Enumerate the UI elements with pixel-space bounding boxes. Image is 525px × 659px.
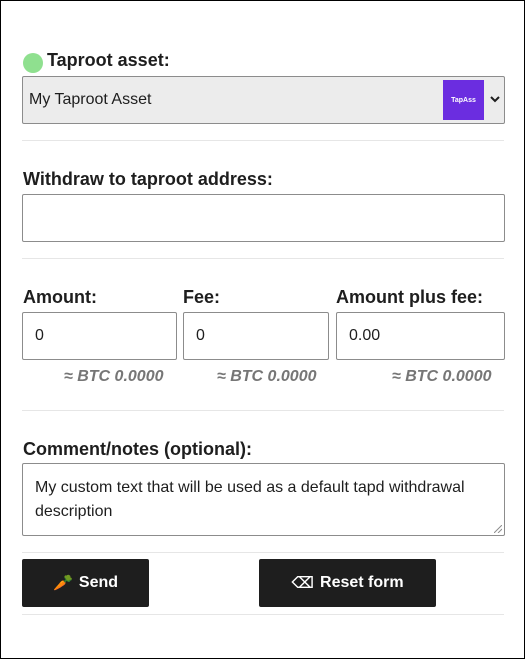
asset-logo: TapAss (443, 80, 484, 120)
comment-textarea[interactable]: My custom text that will be used as a de… (22, 463, 505, 536)
withdraw-address-input[interactable] (22, 194, 505, 242)
fee-value: 0 (196, 327, 205, 344)
asset-label: Taproot asset: (47, 50, 170, 70)
fee-label: Fee: (183, 287, 221, 307)
send-button[interactable]: 🥕 Send (22, 559, 149, 607)
comment-label: Comment/notes (optional): (23, 439, 252, 459)
fee-btc-estimate: ≈ BTC 0.0000 (217, 368, 317, 385)
amount-input[interactable]: 0 (22, 312, 177, 360)
reset-form-label: Reset form (320, 574, 404, 591)
divider (22, 410, 504, 411)
divider (22, 140, 504, 141)
amount-value: 0 (35, 327, 44, 344)
asset-select-value: My Taproot Asset (29, 91, 152, 108)
chevron-down-icon (490, 96, 500, 103)
fee-input[interactable]: 0 (183, 312, 329, 360)
total-label: Amount plus fee: (336, 287, 483, 307)
resize-grip-icon[interactable] (494, 525, 502, 533)
divider (22, 258, 504, 259)
carrot-icon: 🥕 (52, 575, 73, 592)
total-btc-estimate: ≈ BTC 0.0000 (392, 368, 492, 385)
total-value: 0.00 (349, 327, 381, 344)
divider (22, 614, 504, 615)
withdraw-form: Taproot asset: My Taproot Asset TapAss W… (0, 0, 525, 659)
withdraw-label: Withdraw to taproot address: (23, 169, 273, 189)
send-button-label: Send (78, 574, 119, 591)
amount-btc-estimate: ≈ BTC 0.0000 (64, 368, 164, 385)
divider (22, 552, 504, 553)
comment-value: My custom text that will be used as a de… (35, 479, 465, 520)
backspace-icon: ⌫ (291, 575, 315, 592)
asset-select[interactable]: My Taproot Asset TapAss (22, 76, 505, 124)
asset-status-dot-icon (23, 53, 43, 73)
reset-form-button[interactable]: ⌫ Reset form (259, 559, 436, 607)
total-input[interactable]: 0.00 (336, 312, 505, 360)
amount-label: Amount: (23, 287, 97, 307)
